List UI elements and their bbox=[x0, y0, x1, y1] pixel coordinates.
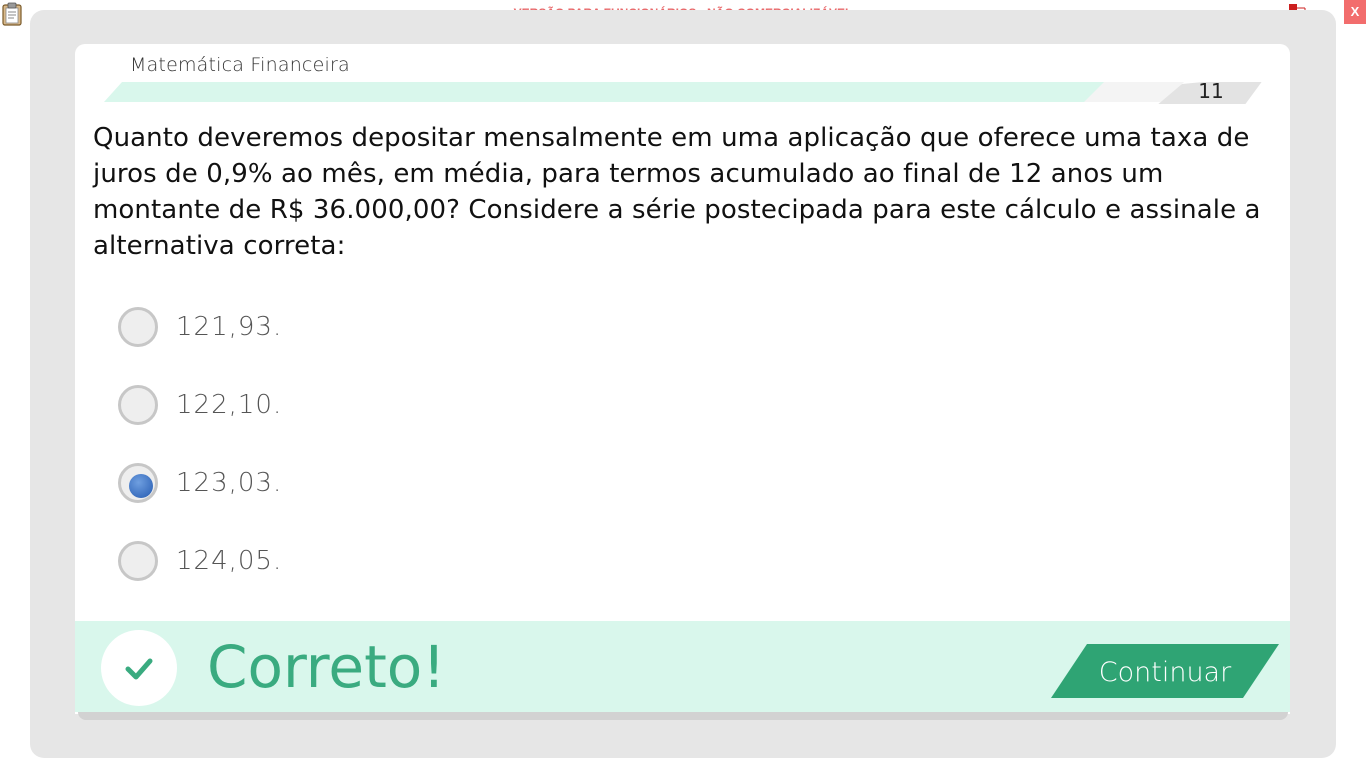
question-text: Quanto deveremos depositar mensalmente e… bbox=[93, 123, 1261, 261]
radio-button[interactable] bbox=[118, 307, 158, 347]
option-label: 121,93. bbox=[176, 312, 283, 342]
option-d[interactable]: 124,05. bbox=[118, 537, 282, 585]
feedback-message: Correto! bbox=[207, 633, 446, 701]
option-c[interactable]: 123,03. bbox=[118, 459, 282, 507]
checkmark-icon bbox=[125, 658, 153, 680]
option-label: 123,03. bbox=[176, 468, 283, 498]
option-label: 124,05. bbox=[176, 546, 283, 576]
option-a[interactable]: 121,93. bbox=[118, 303, 282, 351]
radio-button[interactable] bbox=[118, 541, 158, 581]
question-number: 11 bbox=[1198, 79, 1224, 103]
option-label: 122,10. bbox=[176, 390, 283, 420]
check-badge bbox=[101, 630, 177, 706]
app-window: VERSÃO PARA FUNCIONÁRIOS - NÃO COMERCIAL… bbox=[0, 0, 1366, 768]
radio-button[interactable] bbox=[118, 385, 158, 425]
close-button[interactable]: X bbox=[1344, 0, 1366, 24]
continue-button[interactable]: Continuar bbox=[1051, 644, 1279, 698]
option-b[interactable]: 122,10. bbox=[118, 381, 282, 429]
continue-label: Continuar bbox=[1098, 657, 1232, 688]
subject-title: Matemática Financeira bbox=[130, 54, 350, 76]
feedback-shadow bbox=[78, 712, 1288, 720]
radio-button-selected[interactable] bbox=[118, 463, 158, 503]
title-band bbox=[104, 82, 1262, 104]
